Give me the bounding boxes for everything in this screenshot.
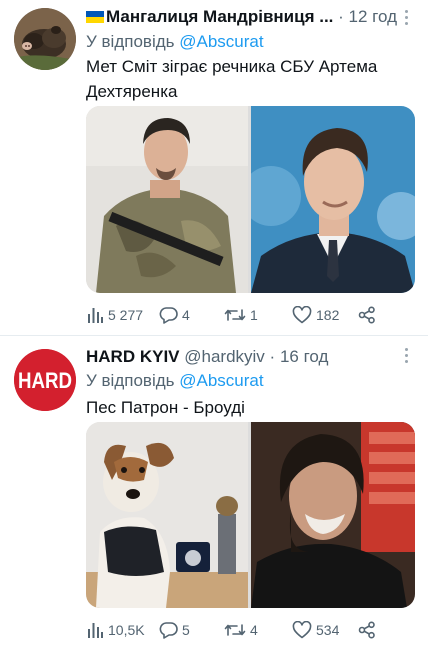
reply-button[interactable]: 4 bbox=[159, 304, 190, 326]
reply-context: У відповідь @Abscurat bbox=[86, 371, 264, 391]
tweet-media[interactable] bbox=[86, 106, 415, 293]
retweet-button[interactable]: 1 bbox=[224, 304, 258, 326]
svg-text:HARD: HARD bbox=[18, 368, 72, 393]
tweet-1[interactable]: Мангалиця Мандрівниця ... · 12 год У від… bbox=[0, 0, 428, 336]
replies-count: 5 bbox=[182, 622, 190, 638]
ukraine-flag-icon bbox=[86, 11, 104, 23]
tweet-time[interactable]: 12 год bbox=[349, 7, 397, 26]
heart-icon bbox=[292, 621, 312, 639]
likes-count: 182 bbox=[316, 307, 340, 323]
likes-count: 534 bbox=[316, 622, 340, 638]
photo-soldier[interactable] bbox=[86, 106, 248, 293]
replies-count: 4 bbox=[182, 307, 190, 323]
pig-avatar-image bbox=[14, 8, 76, 70]
reply-prefix: У відповідь bbox=[86, 32, 175, 51]
tweet-header: HARD KYIV @hardkyiv · 16 год bbox=[86, 347, 406, 369]
share-icon bbox=[358, 306, 375, 324]
author-name[interactable]: Мангалиця Мандрівниця ... bbox=[106, 7, 333, 26]
photo-dog-patron[interactable] bbox=[86, 422, 248, 608]
retweets-count: 1 bbox=[250, 307, 258, 323]
hard-kyiv-logo: HARD bbox=[14, 349, 76, 411]
views-icon bbox=[88, 308, 103, 323]
tweet-text: Мет Сміт зіграє речника СБУ Артема Дехтя… bbox=[86, 57, 378, 101]
tweet-media[interactable] bbox=[86, 422, 415, 608]
actor-photo-image bbox=[251, 422, 415, 608]
separator-dot: · bbox=[338, 7, 349, 26]
like-button[interactable]: 534 bbox=[292, 619, 339, 641]
heart-icon bbox=[292, 306, 312, 324]
retweet-button[interactable]: 4 bbox=[224, 619, 258, 641]
photo-matt-smith[interactable] bbox=[251, 106, 415, 293]
tweet-divider bbox=[0, 335, 428, 336]
tweet-actions: 5 277 4 1 182 bbox=[86, 304, 416, 326]
author-handle[interactable]: @hardkyiv bbox=[184, 347, 265, 366]
avatar-hard-kyiv[interactable]: HARD bbox=[14, 349, 76, 411]
tweet-actions: 10,5K 5 4 534 bbox=[86, 619, 416, 641]
tweet-time[interactable]: 16 год bbox=[280, 347, 328, 366]
tweet-header: Мангалиця Мандрівниця ... · 12 год bbox=[86, 7, 406, 29]
soldier-photo-image bbox=[86, 106, 248, 293]
actor-photo-image bbox=[251, 106, 415, 293]
photo-adrien-brody[interactable] bbox=[251, 422, 415, 608]
views-count: 5 277 bbox=[108, 307, 144, 323]
tweet-text: Пес Патрон - Броуді bbox=[86, 398, 245, 417]
views-icon bbox=[88, 623, 103, 638]
retweet-icon bbox=[224, 309, 246, 321]
views-count: 10,5K bbox=[108, 622, 145, 638]
tweet-2[interactable]: HARD HARD KYIV @hardkyiv · 16 год У відп… bbox=[0, 338, 428, 653]
reply-button[interactable]: 5 bbox=[159, 619, 190, 641]
reply-mention-link[interactable]: @Abscurat bbox=[179, 32, 263, 51]
like-button[interactable]: 182 bbox=[292, 304, 339, 326]
reply-icon bbox=[159, 622, 178, 639]
share-button[interactable] bbox=[358, 619, 376, 641]
reply-context: У відповідь @Abscurat bbox=[86, 32, 264, 52]
dog-photo-image bbox=[86, 422, 248, 608]
retweets-count: 4 bbox=[250, 622, 258, 638]
views-stat[interactable]: 5 277 bbox=[86, 304, 143, 326]
share-button[interactable] bbox=[358, 304, 376, 326]
reply-prefix: У відповідь bbox=[86, 371, 175, 390]
more-options-icon[interactable] bbox=[404, 348, 410, 366]
share-icon bbox=[358, 621, 375, 639]
reply-mention-link[interactable]: @Abscurat bbox=[179, 371, 263, 390]
avatar-pig[interactable] bbox=[14, 8, 76, 70]
reply-icon bbox=[159, 307, 178, 324]
retweet-icon bbox=[224, 624, 246, 636]
separator-dot: · bbox=[269, 347, 276, 366]
author-name[interactable]: HARD KYIV bbox=[86, 347, 180, 366]
more-options-icon[interactable] bbox=[404, 10, 410, 28]
views-stat[interactable]: 10,5K bbox=[86, 619, 145, 641]
